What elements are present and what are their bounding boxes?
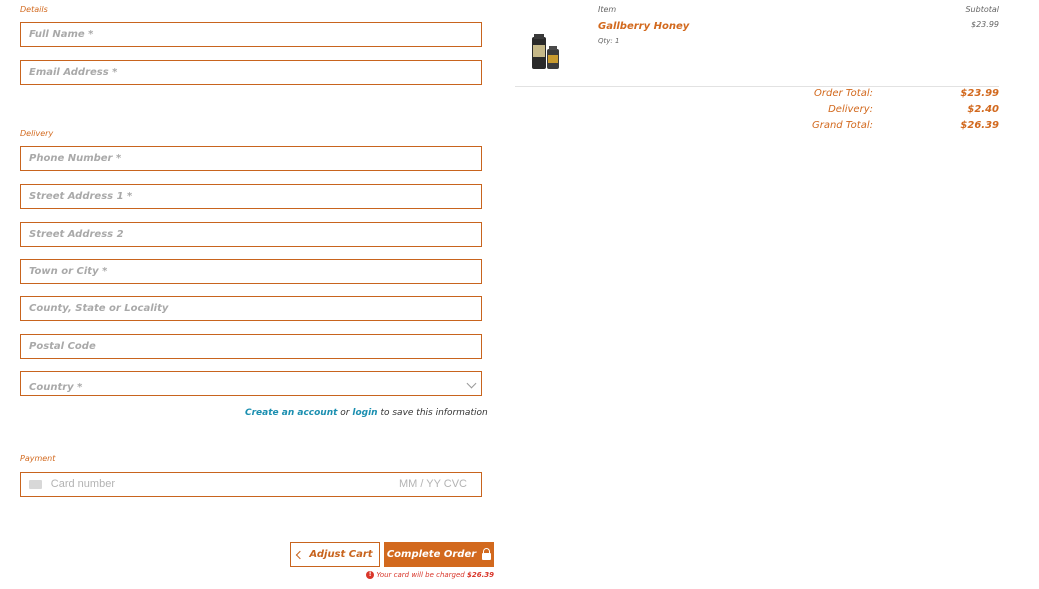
postal-code-placeholder: Postal Code xyxy=(29,341,96,352)
town-field[interactable]: Town or City * xyxy=(20,259,482,284)
order-total-label: Order Total: xyxy=(814,88,873,99)
card-number-placeholder: Card number xyxy=(50,478,115,490)
street-address-2-field[interactable]: Street Address 2 xyxy=(20,222,482,247)
order-total-value: $23.99 xyxy=(960,88,999,99)
alert-icon: ! xyxy=(366,571,375,579)
chevron-left-icon xyxy=(296,550,305,559)
delivery-label-summary: Delivery: xyxy=(828,104,873,115)
login-link[interactable]: login xyxy=(352,408,377,418)
email-placeholder: Email Address * xyxy=(29,67,118,78)
full-name-placeholder: Full Name * xyxy=(29,29,94,40)
town-placeholder: Town or City * xyxy=(29,266,108,277)
card-icon xyxy=(29,479,42,489)
charge-note-text: Your card will be charged xyxy=(376,571,465,579)
county-placeholder: County, State or Locality xyxy=(29,303,169,314)
adjust-cart-label: Adjust Cart xyxy=(309,549,373,560)
or-text: or xyxy=(340,408,350,418)
create-account-link[interactable]: Create an account xyxy=(245,408,337,418)
street-address-1-placeholder: Street Address 1 * xyxy=(29,191,133,202)
charge-amount: $26.39 xyxy=(466,571,494,579)
postal-code-field[interactable]: Postal Code xyxy=(20,334,482,359)
expiry-cvc-placeholder: MM / YY CVC xyxy=(398,478,467,490)
phone-placeholder: Phone Number * xyxy=(29,153,122,164)
complete-order-label: Complete Order xyxy=(386,549,477,560)
chevron-down-icon xyxy=(466,378,477,389)
item-name[interactable]: Gallberry Honey xyxy=(598,21,689,32)
email-field[interactable]: Email Address * xyxy=(20,60,482,85)
adjust-cart-button[interactable]: Adjust Cart xyxy=(290,542,380,567)
card-input[interactable]: Card number MM / YY CVC xyxy=(20,472,482,497)
country-select[interactable]: Country * xyxy=(20,371,482,396)
county-field[interactable]: County, State or Locality xyxy=(20,296,482,321)
item-qty: Qty: 1 xyxy=(598,37,620,45)
charge-note: ! Your card will be charged $26.39 xyxy=(300,571,494,579)
phone-field[interactable]: Phone Number * xyxy=(20,146,482,171)
details-label: Details xyxy=(20,5,48,14)
subtotal-header: Subtotal xyxy=(965,5,999,14)
item-header: Item xyxy=(598,5,617,14)
save-info-text: to save this information xyxy=(380,408,488,418)
product-image xyxy=(528,31,562,71)
street-address-2-placeholder: Street Address 2 xyxy=(29,229,124,240)
street-address-1-field[interactable]: Street Address 1 * xyxy=(20,184,482,209)
account-prompt: Create an account or login to save this … xyxy=(245,408,488,418)
full-name-field[interactable]: Full Name * xyxy=(20,22,482,47)
delivery-value: $2.40 xyxy=(967,104,999,115)
complete-order-button[interactable]: Complete Order xyxy=(384,542,494,567)
lock-icon xyxy=(482,548,492,560)
country-placeholder: Country * xyxy=(29,382,83,393)
delivery-label: Delivery xyxy=(20,129,54,138)
grand-total-label: Grand Total: xyxy=(811,120,873,131)
payment-label: Payment xyxy=(20,454,56,463)
summary-divider xyxy=(515,86,999,87)
grand-total-value: $26.39 xyxy=(960,120,999,131)
item-subtotal: $23.99 xyxy=(971,20,999,29)
